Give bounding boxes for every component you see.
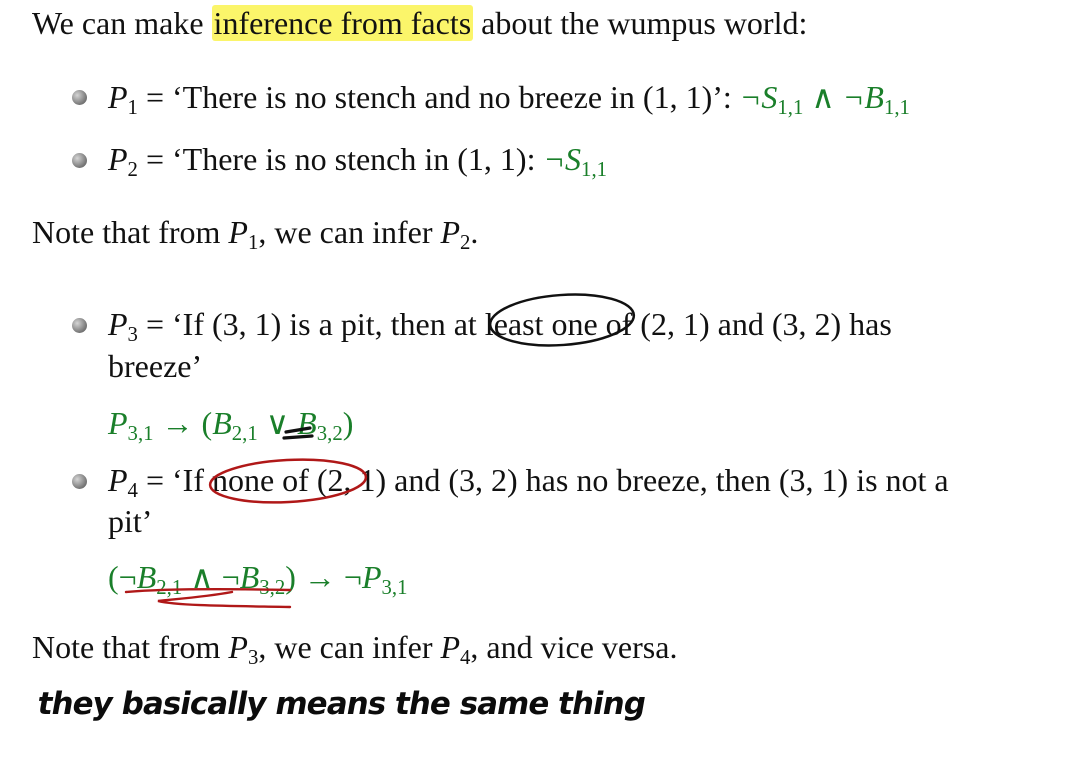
p2-formula-term: ¬S [543,141,582,177]
p2-text: = ‘There is no stench in (1, 1): [137,141,544,177]
premise-p4-line1: P4 = ‘If none of (2, 1) and (3, 2) has n… [108,461,949,502]
p3-formula-sub: 2,1 [231,421,258,445]
note1-end: . [470,214,479,250]
note1-symbol: P [228,214,248,250]
bullet-icon [72,153,87,168]
p3-formula-term: B [212,405,232,441]
note-2: Note that from P3, we can infer P4, and … [32,628,678,669]
p2-formula: ¬S1,1 [543,141,607,180]
p1-subscript: 1 [127,95,138,119]
note1-sub: 2 [460,230,471,254]
note1-symbol: P [440,214,461,250]
bullet-icon [72,90,87,105]
p4-formula-op: ) → ¬ [285,559,362,595]
p1-formula-term: ¬B [842,79,884,115]
note2-sub: 3 [247,645,259,669]
p4-text: = ‘If none of (2, 1) and (3, 2) has no b… [137,462,949,498]
p3-subscript: 3 [127,322,138,346]
p4-symbol: P [108,462,128,498]
premise-p4-line2: pit’ [108,503,153,539]
bullet-icon [72,474,87,489]
p1-formula: ¬S1,1 ∧ ¬B1,1 [739,79,910,118]
p3-formula-op: → ( [153,405,213,441]
p3-text: = ‘If (3, 1) is a pit, then at least one… [137,306,892,342]
note2-end: , and vice versa. [470,629,678,665]
highlighted-phrase: inference from facts [211,5,474,41]
p1-formula-op: ∧ [803,79,843,115]
p2-symbol: P [108,141,128,177]
p3-formula-sub: 3,1 [127,421,154,445]
p4-formula-sub: 3,1 [381,575,408,599]
intro-text: We can make [32,5,212,41]
note1-text: Note that from [32,214,229,250]
handwritten-note: they basically means the same thing [34,686,649,722]
p3-formula-op: ∨ [257,405,298,441]
p4-subscript: 4 [127,478,138,502]
premise-p1: P1 = ‘There is no stench and no breeze i… [108,78,910,119]
note1-text-mid: , we can infer [258,214,441,250]
p4-formula-term: B [136,559,157,595]
note2-text: Note that from [32,629,229,665]
p3-formula-term: P [108,405,128,441]
intro-text-end: about the wumpus world: [473,5,808,41]
p4-formula: (¬B2,1 ∧ ¬B3,2) → ¬P3,1 [108,558,408,599]
p4-formula-op: ∧ ¬ [182,559,240,595]
premise-p3-line1: P3 = ‘If (3, 1) is a pit, then at least … [108,305,892,346]
bullet-icon [72,318,87,333]
note-1: Note that from P1, we can infer P2. [32,213,479,254]
p3-formula-term: B [297,405,317,441]
p4-formula-term: P [361,559,382,595]
p4-formula-op: (¬ [108,559,137,595]
p2-formula-sub: 1,1 [581,157,608,181]
p4-formula-sub: 3,2 [259,575,286,599]
p3-formula-sub: 3,2 [316,421,343,445]
p1-formula-sub: 1,1 [883,95,910,119]
premise-p2: P2 = ‘There is no stench in (1, 1): ¬S1,… [108,140,607,181]
p1-formula-term: ¬S [739,79,778,115]
p1-text: = ‘There is no stench and no breeze in (… [137,79,740,115]
note1-sub: 1 [247,230,259,254]
premise-p3-line2: breeze’ [108,348,203,384]
p2-subscript: 2 [127,157,138,181]
p3-symbol: P [108,306,128,342]
p3-formula-close: ) [342,405,354,441]
note2-sub: 4 [460,645,471,669]
p4-formula-term: B [239,559,260,595]
note2-symbol: P [440,629,461,665]
note2-symbol: P [228,629,248,665]
intro-line: We can make inference from facts about t… [32,4,807,42]
p1-symbol: P [108,79,128,115]
p1-formula-sub: 1,1 [777,95,804,119]
note2-text-mid: , we can infer [258,629,441,665]
p4-formula-sub: 2,1 [156,575,183,599]
p3-formula: P3,1 → (B2,1 ∨ B3,2) [108,404,354,445]
